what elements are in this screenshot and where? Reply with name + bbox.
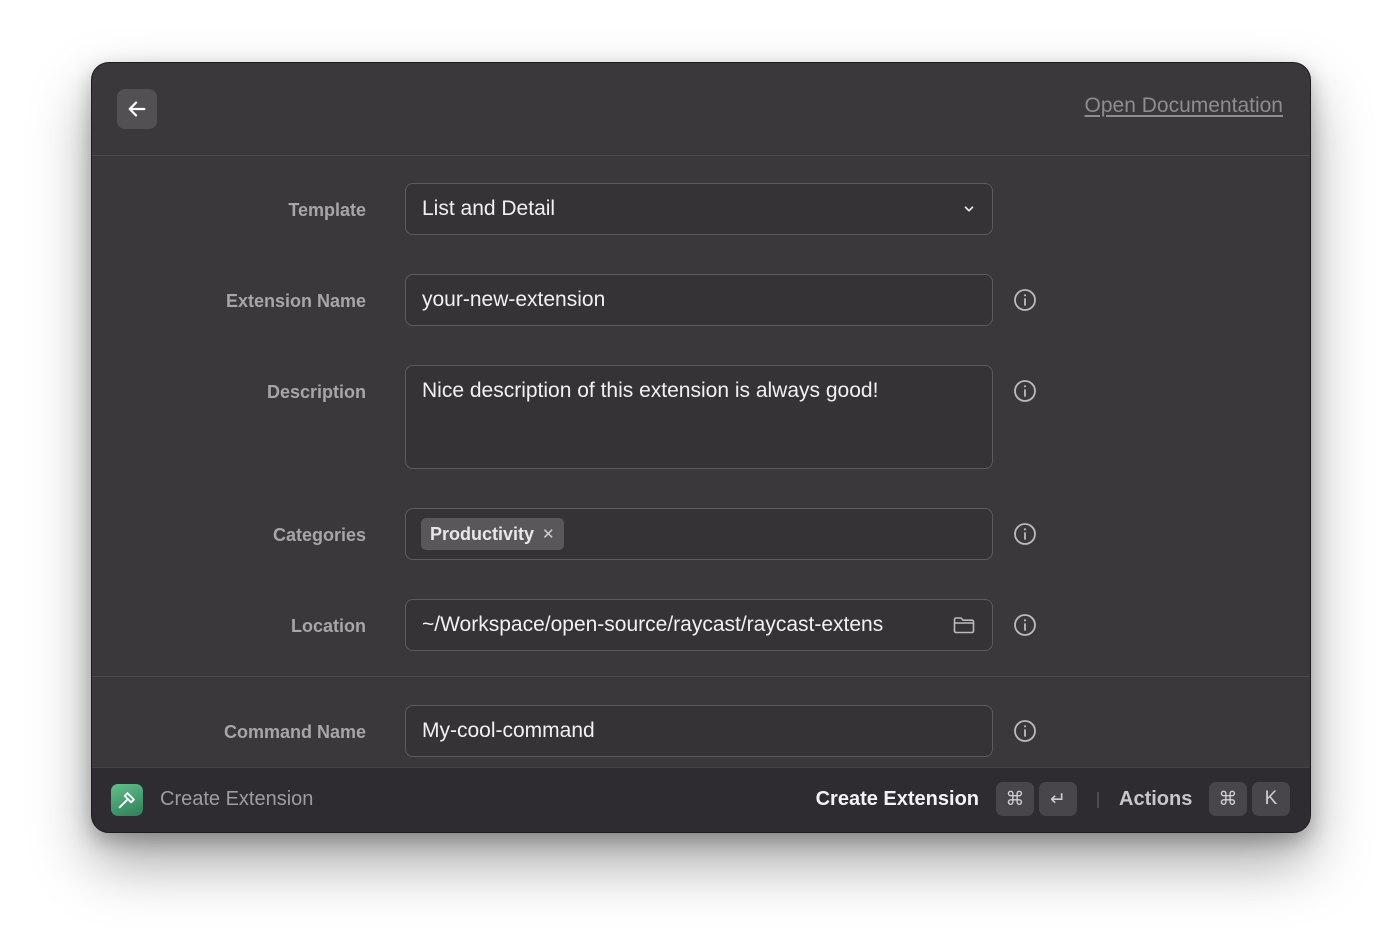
location-input[interactable]: ~/Workspace/open-source/raycast/raycast-… bbox=[405, 599, 993, 651]
extension-name-info-icon[interactable] bbox=[1013, 288, 1037, 312]
create-extension-button[interactable]: Create Extension bbox=[816, 788, 979, 811]
hammer-icon bbox=[111, 784, 143, 816]
back-button[interactable] bbox=[117, 89, 157, 129]
footer-title: Create Extension bbox=[160, 788, 314, 810]
category-tag-label: Productivity bbox=[430, 523, 535, 544]
create-extension-window: Open Documentation Template List and Det… bbox=[91, 62, 1311, 833]
command-name-label: Command Name bbox=[223, 722, 366, 742]
description-label: Description bbox=[266, 382, 366, 402]
description-textarea[interactable]: Nice description of this extension is al… bbox=[405, 365, 993, 469]
extension-name-label: Extension Name bbox=[225, 291, 366, 311]
actions-button[interactable]: Actions bbox=[1119, 788, 1192, 811]
description-info-icon[interactable] bbox=[1013, 379, 1037, 403]
template-select[interactable]: List and Detail bbox=[405, 183, 993, 235]
open-documentation-link[interactable]: Open Documentation bbox=[1085, 94, 1283, 118]
action-bar: Create Extension Create Extension ⌘ ↵ Ac… bbox=[92, 767, 1310, 832]
k-key-icon: K bbox=[1252, 782, 1290, 816]
section-divider bbox=[92, 676, 1310, 677]
chevron-down-icon bbox=[964, 206, 974, 212]
location-label: Location bbox=[291, 616, 366, 636]
command-name-info-icon[interactable] bbox=[1013, 719, 1037, 743]
command-key-icon: ⌘ bbox=[1209, 782, 1247, 816]
remove-tag-icon[interactable]: ✕ bbox=[542, 525, 555, 543]
command-name-input[interactable]: My-cool-command bbox=[405, 705, 993, 757]
extension-name-input[interactable]: your-new-extension bbox=[405, 274, 993, 326]
footer-separator bbox=[1097, 792, 1099, 808]
location-info-icon[interactable] bbox=[1013, 613, 1037, 637]
categories-input[interactable]: Productivity ✕ bbox=[405, 508, 993, 560]
extension-name-value: your-new-extension bbox=[422, 288, 606, 311]
command-name-value: My-cool-command bbox=[422, 719, 595, 742]
folder-icon[interactable] bbox=[952, 613, 976, 637]
categories-label: Categories bbox=[272, 525, 366, 545]
template-value: List and Detail bbox=[422, 197, 556, 220]
template-label: Template bbox=[288, 200, 366, 220]
category-tag: Productivity ✕ bbox=[421, 518, 564, 550]
description-value: Nice description of this extension is al… bbox=[422, 379, 879, 402]
top-bar: Open Documentation bbox=[92, 63, 1310, 156]
return-key-icon: ↵ bbox=[1039, 782, 1077, 816]
location-value: ~/Workspace/open-source/raycast/raycast-… bbox=[422, 613, 884, 636]
command-key-icon: ⌘ bbox=[996, 782, 1034, 816]
categories-info-icon[interactable] bbox=[1013, 522, 1037, 546]
arrow-left-icon bbox=[128, 101, 146, 117]
